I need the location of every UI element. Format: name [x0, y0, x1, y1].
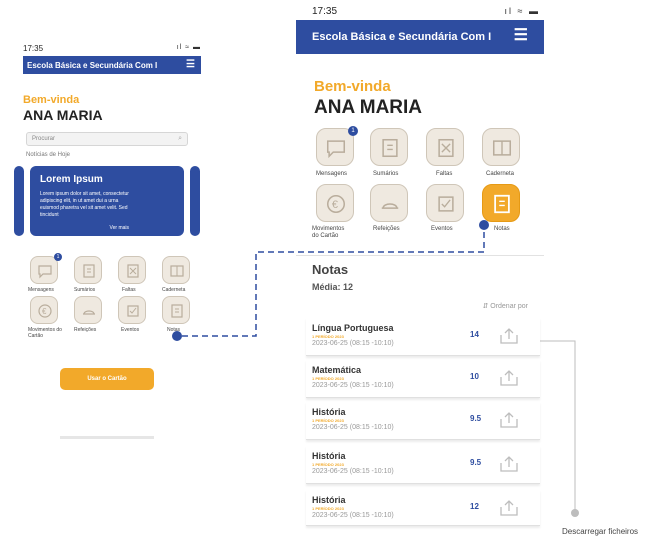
absences-label: Faltas	[436, 171, 453, 177]
grade-date: 2023-06-25 (08:15 -10:10)	[312, 468, 394, 475]
grade-date: 2023-06-25 (08:15 -10:10)	[312, 382, 394, 389]
grade-date: 2023-06-25 (08:15 -10:10)	[312, 340, 394, 347]
notes-icon	[494, 194, 510, 214]
grade-row[interactable]: Língua Portuguesa 1 PERÍODO 2023 2023-06…	[306, 318, 540, 356]
grade-row[interactable]: Matemática 1 PERÍODO 2023 2023-06-25 (08…	[306, 360, 540, 398]
svg-text:€: €	[332, 199, 338, 211]
grade-period: 1 PERÍODO 2023	[312, 376, 344, 381]
grades-average: Média: 12	[312, 282, 354, 292]
grades-tile[interactable]	[482, 184, 520, 222]
grade-subject: Matemática	[312, 365, 362, 375]
sort-button[interactable]: ⇵ Ordenar por	[482, 302, 528, 310]
checklist-icon	[438, 196, 454, 212]
events-label: Eventos	[431, 226, 453, 232]
grade-row[interactable]: História 1 PERÍODO 2023 2023-06-25 (08:1…	[306, 446, 540, 484]
euro-icon: €	[326, 194, 346, 214]
meals-label: Refeições	[373, 226, 400, 232]
sort-label: Ordenar por	[490, 303, 528, 310]
grades-title: Notas	[312, 262, 349, 277]
grade-date: 2023-06-25 (08:15 -10:10)	[312, 512, 394, 519]
grade-value: 10	[470, 372, 479, 381]
tray-icon	[381, 203, 399, 209]
grade-period: 1 PERÍODO 2023	[312, 462, 344, 467]
booklet-label: Caderneta	[486, 171, 515, 177]
download-icon[interactable]	[498, 326, 520, 346]
x-mark-icon	[438, 138, 454, 158]
card-movements-tile[interactable]: €	[316, 184, 354, 222]
grade-value: 9.5	[470, 414, 482, 423]
absences-tile[interactable]	[426, 128, 464, 166]
download-icon[interactable]	[498, 498, 520, 518]
hamburger-menu-icon[interactable]: ☰	[514, 28, 528, 44]
app-title: Escola Básica e Secundária Com I	[312, 31, 492, 43]
large-phone-screen: 17:35 ıl ≈ ▬ Escola Básica e Secundária …	[296, 0, 544, 540]
grade-value: 14	[470, 330, 479, 339]
grade-period: 1 PERÍODO 2023	[312, 334, 344, 339]
grade-row[interactable]: História 1 PERÍODO 2023 2023-06-25 (08:1…	[306, 490, 540, 526]
book-icon	[492, 140, 512, 156]
status-time: 17:35	[312, 6, 338, 17]
grade-date: 2023-06-25 (08:15 -10:10)	[312, 424, 394, 431]
grade-value: 12	[470, 502, 479, 511]
grade-value: 9.5	[470, 458, 482, 467]
grades-label: Notas	[494, 226, 510, 232]
chat-icon	[326, 140, 346, 159]
user-name: ANA MARIA	[314, 97, 423, 118]
divider	[296, 255, 544, 256]
grade-row[interactable]: História 1 PERÍODO 2023 2023-06-25 (08:1…	[306, 402, 540, 440]
grade-period: 1 PERÍODO 2023	[312, 506, 344, 511]
download-annotation-dot	[571, 509, 579, 517]
summaries-label: Sumários	[373, 171, 399, 177]
app-header: Escola Básica e Secundária Com I ☰	[296, 20, 544, 54]
document-icon	[382, 138, 398, 158]
grade-subject: História	[312, 407, 346, 417]
status-bar: 17:35 ıl ≈ ▬	[312, 6, 540, 20]
grade-subject: História	[312, 495, 346, 505]
download-icon[interactable]	[498, 368, 520, 388]
download-icon[interactable]	[498, 410, 520, 430]
messages-badge: 1	[348, 126, 358, 136]
events-tile[interactable]	[426, 184, 464, 222]
meals-tile[interactable]	[370, 184, 408, 222]
card-movements-label: Movimentos do Cartão	[312, 226, 345, 239]
download-files-annotation: Descarregar ficheiros	[562, 527, 639, 536]
summaries-tile[interactable]	[370, 128, 408, 166]
messages-label: Mensagens	[316, 171, 348, 177]
grade-subject: História	[312, 451, 346, 461]
grade-subject: Língua Portuguesa	[312, 323, 394, 333]
download-icon[interactable]	[498, 454, 520, 474]
status-icons: ıl ≈ ▬	[504, 6, 540, 16]
connector-dot-small	[172, 331, 182, 341]
grade-period: 1 PERÍODO 2023	[312, 418, 344, 423]
welcome-text: Bem-vinda	[314, 78, 391, 95]
booklet-tile[interactable]	[482, 128, 520, 166]
